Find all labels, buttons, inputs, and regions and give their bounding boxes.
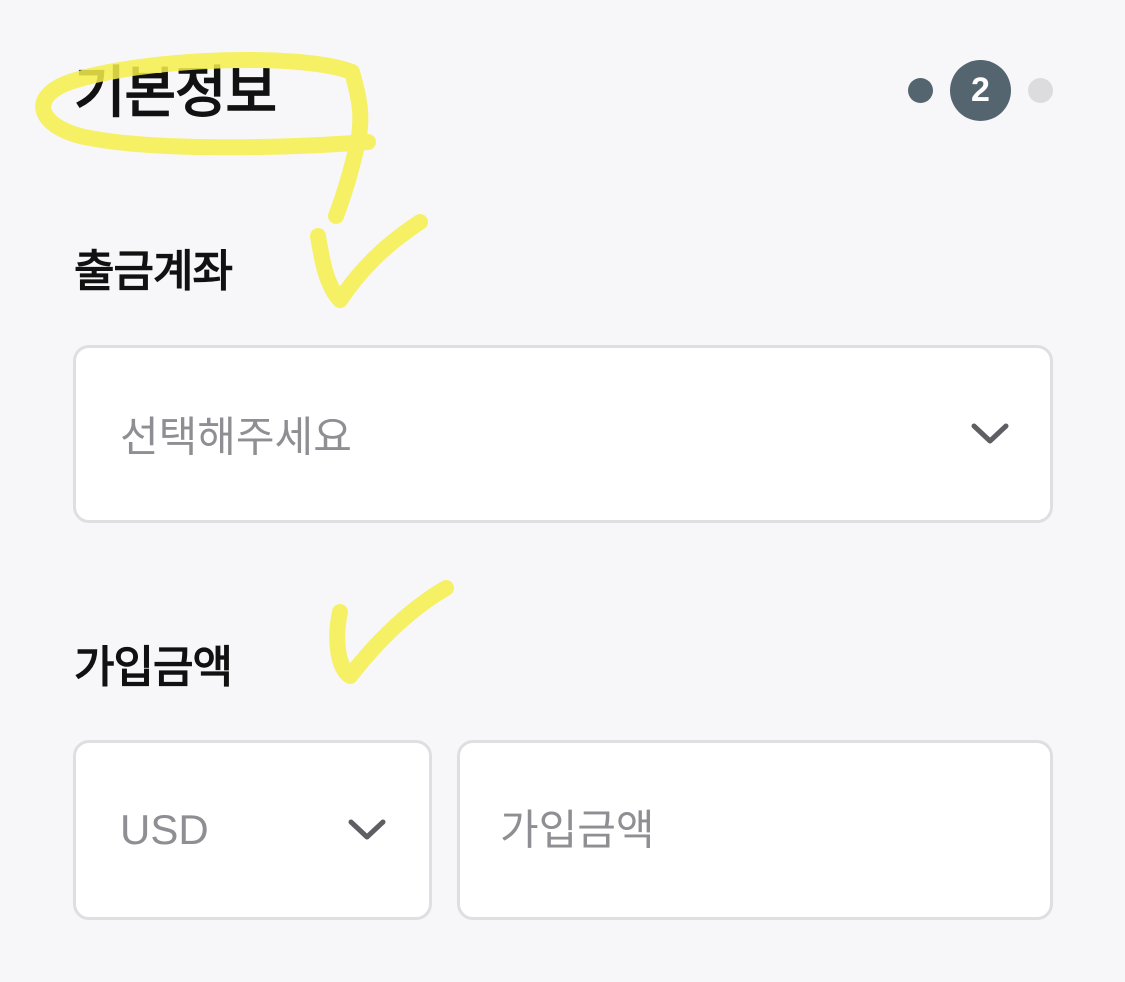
account-checkmark <box>310 214 428 308</box>
amount-input[interactable] <box>500 805 1000 855</box>
amount-field[interactable] <box>457 740 1053 920</box>
withdrawal-account-label: 출금계좌 <box>74 246 233 297</box>
amount-checkmark <box>329 580 454 684</box>
chevron-down-icon <box>348 819 386 840</box>
currency-select-value: USD <box>120 806 209 853</box>
currency-select[interactable]: USD <box>73 740 432 920</box>
chevron-down-icon <box>971 423 1009 444</box>
step-dot-upcoming <box>1028 78 1053 103</box>
withdrawal-account-select[interactable]: 선택해주세요 <box>73 345 1053 523</box>
account-select-placeholder: 선택해주세요 <box>120 412 352 462</box>
subscription-amount-label: 가입금액 <box>74 642 233 693</box>
page-title: 기본정보 <box>74 61 277 126</box>
signup-basic-info-page: 기본정보 2 출금계좌 선택해주세요 가입금액 USD <box>0 0 1125 982</box>
step-dot-current: 2 <box>950 60 1011 121</box>
step-indicator: 2 <box>908 60 1058 121</box>
step-dot-completed <box>908 78 933 103</box>
